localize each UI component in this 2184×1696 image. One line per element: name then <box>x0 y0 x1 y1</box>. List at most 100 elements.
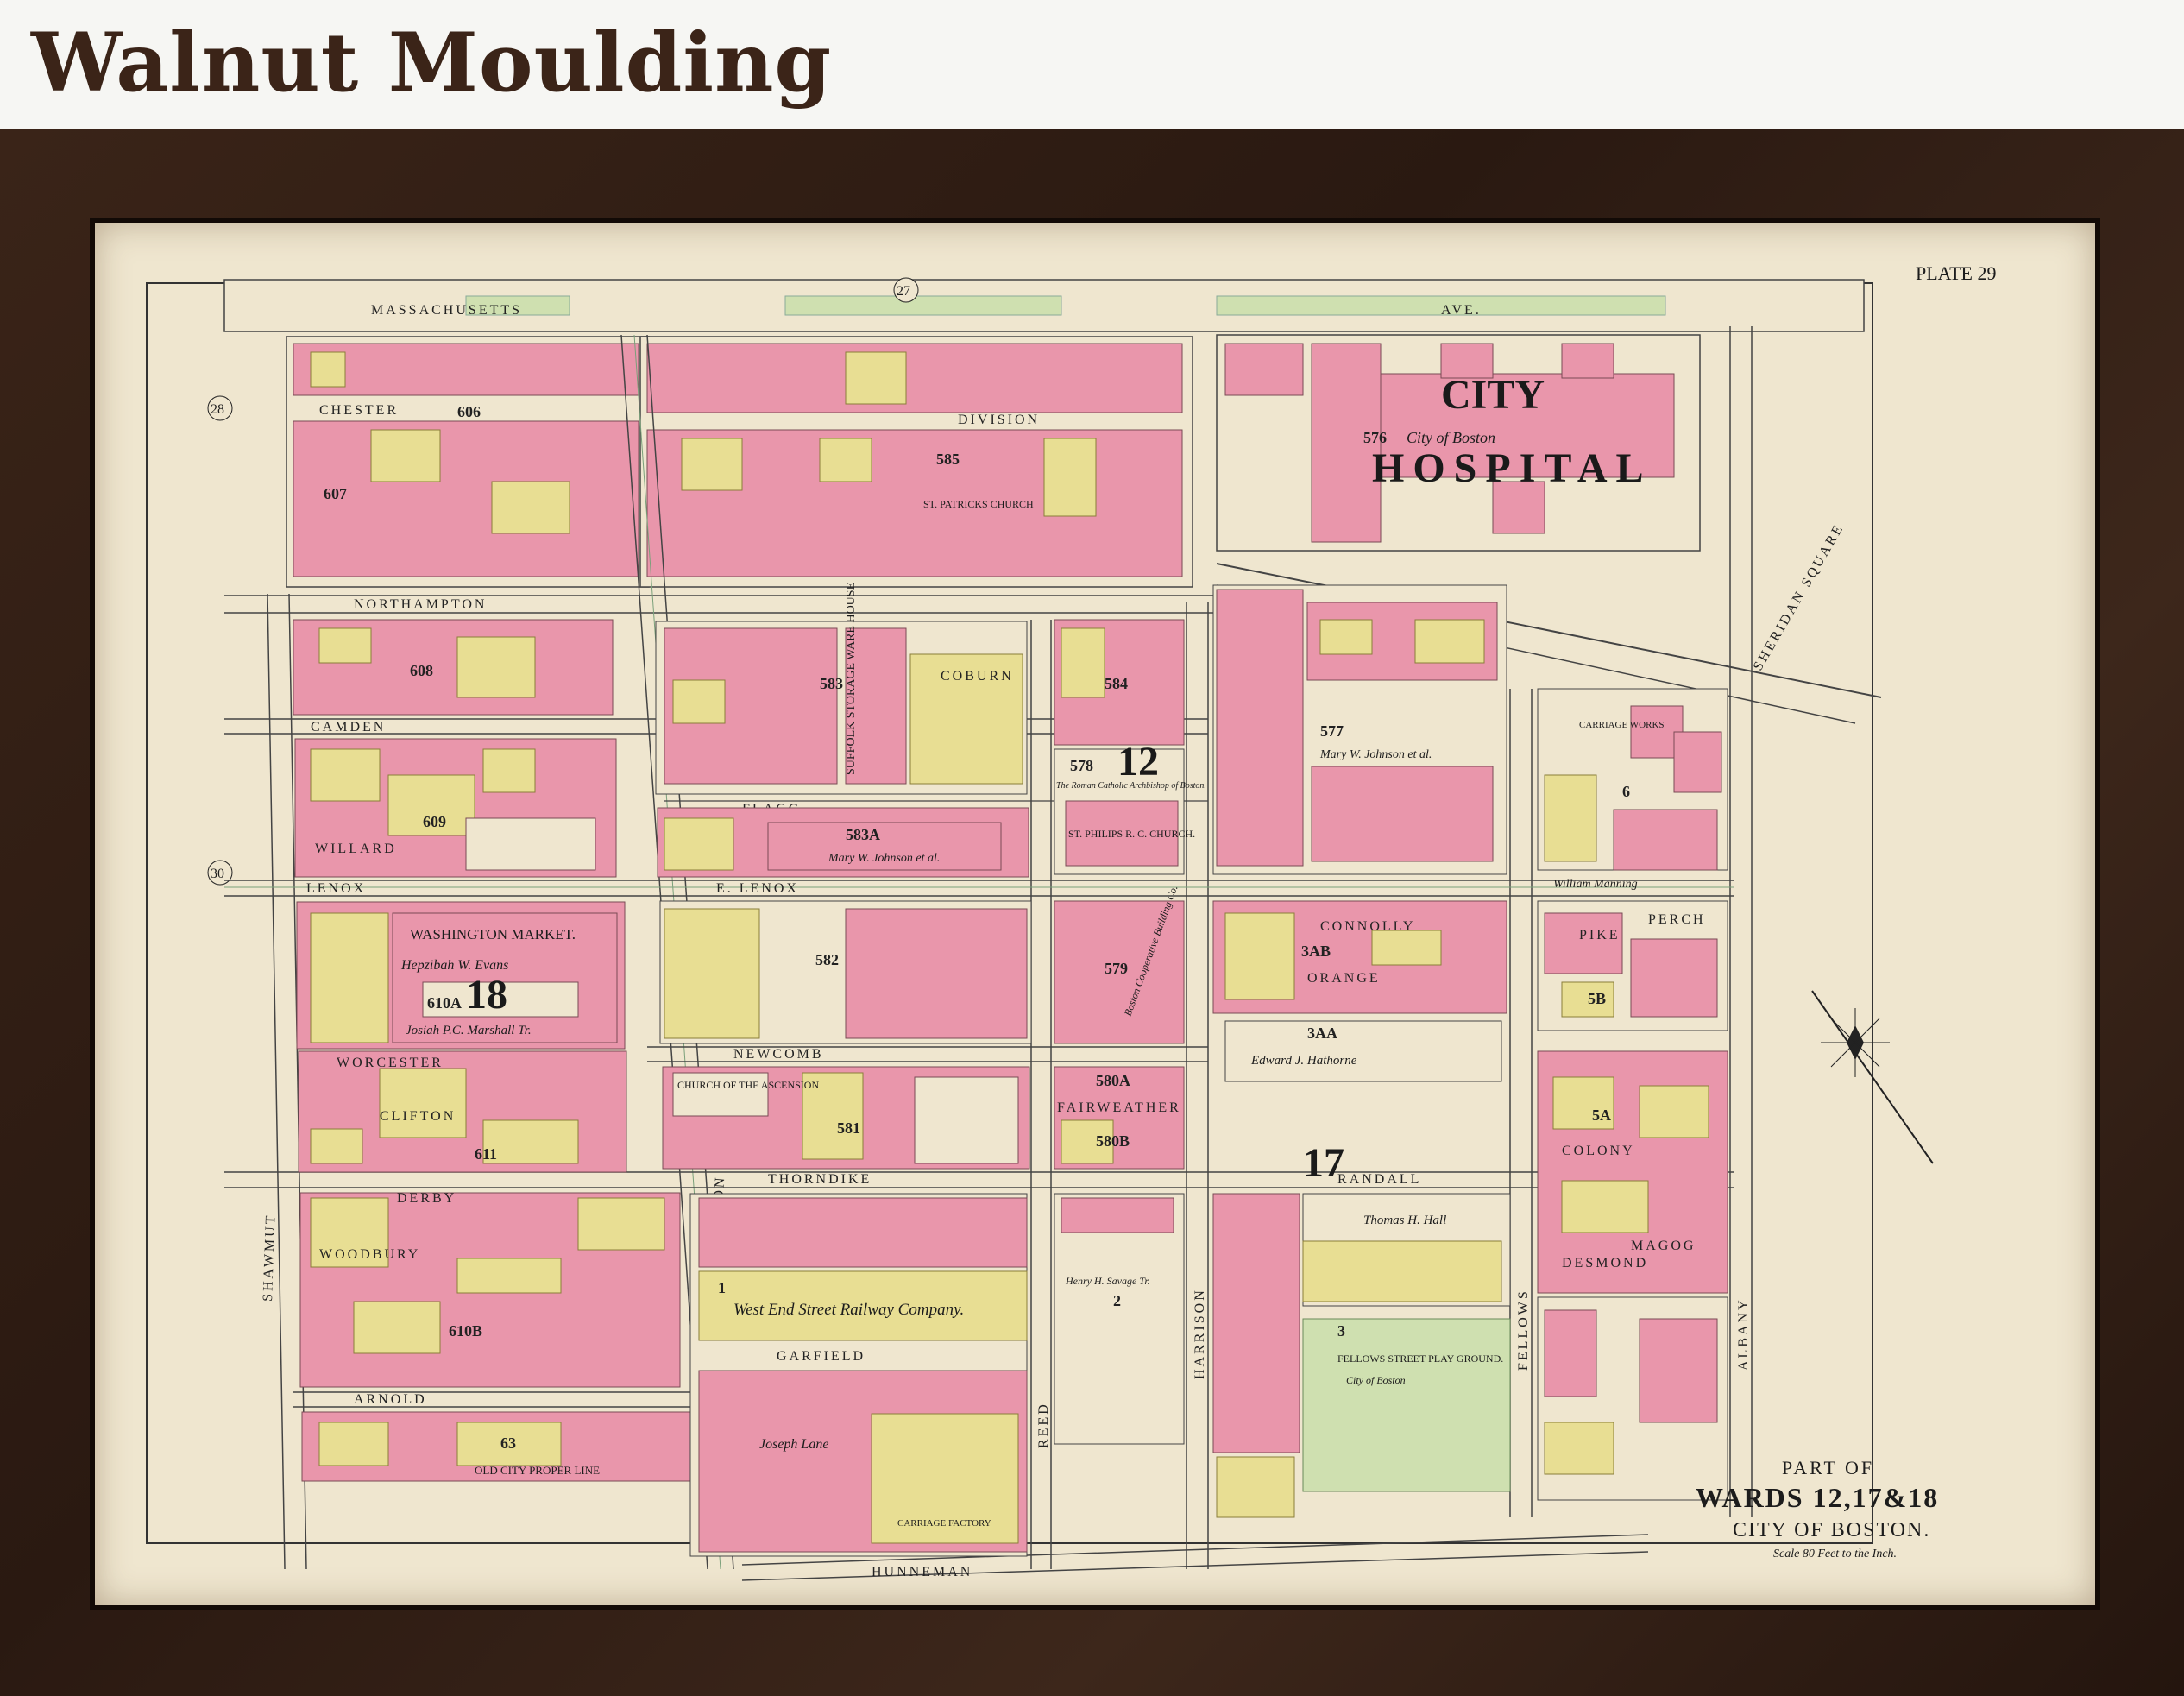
plate-number: PLATE 29 <box>1916 262 1997 284</box>
plot-number: 579 <box>1105 960 1128 977</box>
street-fairweather: FAIRWEATHER <box>1057 1100 1181 1115</box>
plot-number: 576 <box>1363 429 1387 446</box>
median-strip <box>784 295 1062 316</box>
ward-number-12: 12 <box>1117 739 1159 785</box>
plot-number: 611 <box>475 1145 497 1163</box>
plot-number: 5A <box>1592 1106 1611 1124</box>
street-clifton: CLIFTON <box>380 1109 456 1124</box>
plot-number: 608 <box>410 662 433 679</box>
street-fellows: FELLOWS <box>1516 1289 1531 1371</box>
hospital-owner: City of Boston <box>1407 429 1495 446</box>
page-title: Walnut Moulding <box>31 16 833 110</box>
plot-number: 583 <box>820 675 843 692</box>
street-sheridan-square: SHERIDAN SQUARE <box>1751 521 1847 673</box>
plot-number: 580B <box>1096 1132 1130 1150</box>
street-derby: DERBY <box>397 1191 456 1206</box>
street-thorndike: THORNDIKE <box>768 1172 872 1187</box>
st-patricks-label: ST. PATRICKS CHURCH <box>923 498 1034 510</box>
block-bottom-right <box>1537 1296 1728 1501</box>
plot-number: 581 <box>837 1119 860 1137</box>
block-west-end <box>689 1193 1028 1557</box>
hospital-label-city: CITY <box>1441 372 1545 418</box>
plot-number: 3AB <box>1301 943 1331 960</box>
plot-number: 1 <box>718 1279 726 1296</box>
cartouche-line3: CITY OF BOSTON. <box>1733 1519 1930 1542</box>
plot-number: 580A <box>1096 1072 1130 1089</box>
street-worcester: WORCESTER <box>337 1056 444 1070</box>
owner-label: Thomas H. Hall <box>1363 1214 1446 1227</box>
block-577 <box>1212 584 1507 875</box>
street-willard: WILLARD <box>315 842 397 856</box>
owner-label: Mary W. Johnson et al. <box>828 852 940 865</box>
plot-number: 3 <box>1337 1322 1345 1340</box>
street-connolly: CONNOLLY <box>1320 919 1415 934</box>
cartouche-scale: Scale 80 Feet to the Inch. <box>1773 1548 1897 1560</box>
block-6 <box>1537 688 1728 871</box>
plot-number: 584 <box>1105 675 1128 692</box>
owner-label: Hepzibah W. Evans <box>400 958 508 973</box>
plot-number: 583A <box>846 826 880 843</box>
owner-label: William Manning <box>1553 878 1638 891</box>
street-camden: CAMDEN <box>311 720 386 735</box>
owner-label: Henry H. Savage Tr. <box>1065 1275 1150 1287</box>
street-randall: RANDALL <box>1337 1172 1421 1187</box>
building-pink <box>1224 343 1304 396</box>
street-hunneman: HUNNEMAN <box>872 1565 972 1579</box>
header-banner: Walnut Moulding <box>0 0 2184 129</box>
block-609 <box>294 738 617 878</box>
plot-number: 582 <box>815 951 839 968</box>
street-woodbury: WOODBURY <box>319 1247 420 1262</box>
old-city-proper-label: OLD CITY PROPER LINE <box>475 1464 600 1477</box>
street-perch: PERCH <box>1648 912 1706 927</box>
street-lenox: LENOX <box>306 881 366 896</box>
street-division: DIVISION <box>958 413 1040 427</box>
block-3aa <box>1224 1020 1502 1082</box>
washington-market-label: WASHINGTON MARKET. <box>410 926 576 943</box>
owner-label: Mary W. Johnson et al. <box>1319 748 1432 761</box>
owner-label: Joseph Lane <box>759 1437 828 1452</box>
street-shawmut: SHAWMUT <box>261 1213 279 1302</box>
street-northampton: NORTHAMPTON <box>354 597 487 612</box>
plot-number: 577 <box>1320 722 1344 740</box>
st-philips-label: ST. PHILIPS R. C. CHURCH. <box>1068 828 1195 840</box>
adjoining-plate-28: 28 <box>211 402 224 417</box>
cartouche-line2: WARDS 12,17&18 <box>1696 1482 1939 1513</box>
block-henry-savage <box>1054 1193 1185 1445</box>
street-edge <box>267 593 286 1570</box>
plot-number: 585 <box>936 451 960 468</box>
plot-number: 2 <box>1113 1292 1121 1309</box>
ward-number-18: 18 <box>466 972 507 1018</box>
adjoining-plate-27: 27 <box>897 284 910 299</box>
fire-insurance-map: MASSACHUSETTS AVE. 27 28 30 PLATE 29 CIT… <box>146 262 1997 1581</box>
playground-label: FELLOWS STREET PLAY GROUND. <box>1337 1352 1503 1365</box>
owner-label: City of Boston <box>1346 1374 1406 1386</box>
block-583a <box>657 807 1029 878</box>
plot-number: 610B <box>449 1322 482 1340</box>
street-orange: ORANGE <box>1307 971 1381 986</box>
owner-label: Edward J. Hathorne <box>1250 1054 1357 1068</box>
plot-number: 6 <box>1622 783 1630 800</box>
street-newcomb: NEWCOMB <box>733 1047 824 1062</box>
adjoining-plate-30: 30 <box>211 867 224 881</box>
plot-number: 3AA <box>1307 1025 1337 1042</box>
owner-label: The Roman Catholic Archbishop of Boston. <box>1056 781 1206 791</box>
block-610b <box>299 1192 681 1388</box>
hospital-building <box>1561 343 1614 379</box>
block-582 <box>659 900 1032 1044</box>
block-583 <box>655 621 1028 795</box>
street-e-lenox: E. LENOX <box>716 881 799 896</box>
plot-number: 610A <box>427 994 462 1012</box>
street-colony: COLONY <box>1562 1144 1635 1158</box>
walnut-frame: MASSACHUSETTS AVE. 27 28 30 PLATE 29 CIT… <box>0 129 2184 1696</box>
west-end-label: West End Street Railway Company. <box>733 1301 964 1319</box>
carriage-works-label: CARRIAGE WORKS <box>1579 720 1665 730</box>
street-pike: PIKE <box>1579 928 1621 943</box>
cartouche-line1: PART OF <box>1782 1457 1874 1478</box>
plot-number: 578 <box>1070 757 1093 774</box>
block-chester <box>286 336 650 588</box>
carriage-factory-label: CARRIAGE FACTORY <box>897 1518 991 1529</box>
coburn-label: COBURN <box>941 669 1014 684</box>
street-reed: REED <box>1036 1402 1051 1448</box>
street-magog: MAGOG <box>1631 1239 1696 1253</box>
street-chester: CHESTER <box>319 403 399 418</box>
